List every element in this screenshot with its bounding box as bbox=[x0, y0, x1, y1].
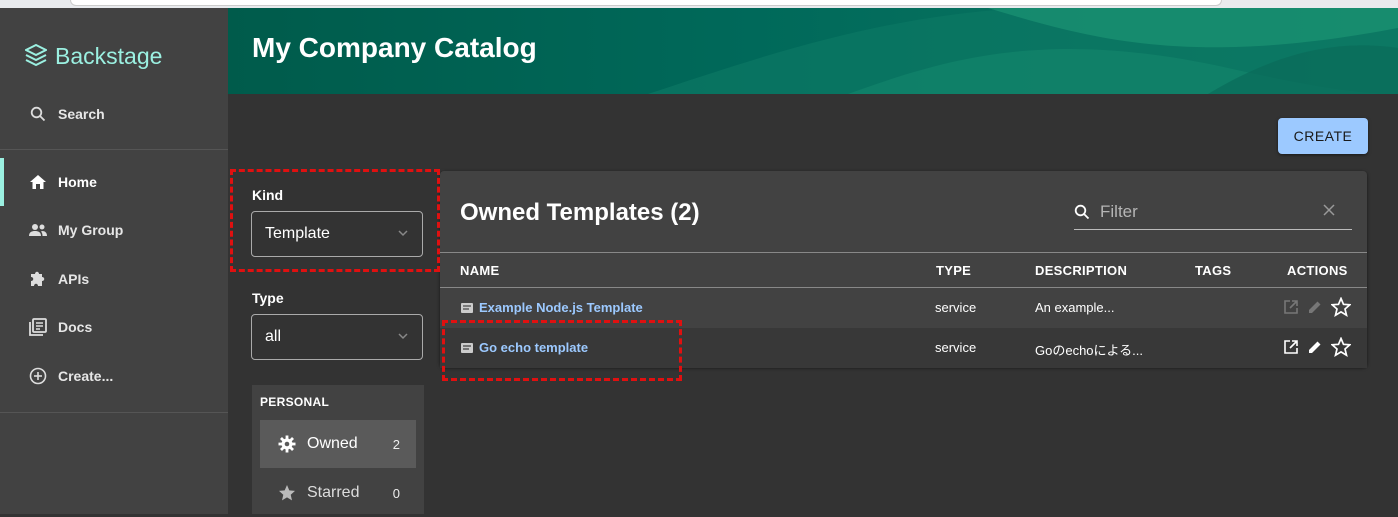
row-actions bbox=[1283, 297, 1351, 317]
filter-input[interactable] bbox=[1098, 201, 1302, 223]
star-outline-icon[interactable] bbox=[1331, 297, 1351, 317]
chevron-down-icon bbox=[398, 333, 408, 340]
search-icon bbox=[1074, 204, 1090, 220]
type-select[interactable]: all bbox=[251, 314, 423, 360]
column-header-tags[interactable]: TAGS bbox=[1195, 263, 1231, 278]
personal-title: PERSONAL bbox=[260, 395, 330, 409]
star-icon bbox=[277, 484, 297, 502]
personal-item-count: 0 bbox=[392, 485, 400, 501]
clear-icon[interactable] bbox=[1322, 203, 1336, 217]
column-header-description[interactable]: DESCRIPTION bbox=[1035, 263, 1127, 278]
personal-item-owned[interactable]: Owned 2 bbox=[260, 420, 416, 468]
gear-icon bbox=[277, 435, 297, 453]
personal-filter-group: PERSONAL Owned 2 Starred 0 bbox=[252, 385, 424, 514]
app-name: Backstage bbox=[55, 42, 163, 69]
sidebar-item-my-group[interactable]: My Group bbox=[0, 206, 228, 254]
sidebar-item-label: APIs bbox=[58, 271, 90, 287]
sidebar-divider bbox=[0, 412, 228, 413]
search-icon bbox=[28, 104, 48, 124]
browser-top-strip bbox=[0, 0, 1398, 8]
column-header-type[interactable]: TYPE bbox=[936, 263, 971, 278]
open-in-new-icon[interactable] bbox=[1283, 339, 1299, 355]
row-actions bbox=[1283, 337, 1351, 357]
sidebar-item-label: Docs bbox=[58, 319, 93, 335]
sidebar-item-label: Create... bbox=[58, 368, 114, 384]
personal-item-label: Owned bbox=[307, 435, 358, 452]
type-select-value: all bbox=[265, 328, 282, 345]
sidebar-divider bbox=[0, 149, 228, 150]
library-books-icon bbox=[28, 317, 48, 337]
sidebar-item-label: My Group bbox=[58, 222, 124, 238]
group-icon bbox=[28, 220, 48, 240]
browser-tab-edge bbox=[70, 0, 1222, 6]
highlight-kind-filter bbox=[230, 169, 440, 272]
cell-description: An example... bbox=[1035, 300, 1115, 315]
column-header-actions: ACTIONS bbox=[1287, 263, 1348, 278]
highlight-go-echo-template bbox=[442, 320, 682, 381]
sidebar-item-create[interactable]: Create... bbox=[0, 352, 228, 400]
cell-type: service bbox=[935, 300, 977, 315]
personal-item-starred[interactable]: Starred 0 bbox=[260, 469, 416, 517]
sidebar-item-apis[interactable]: APIs bbox=[0, 255, 228, 303]
star-outline-icon[interactable] bbox=[1331, 337, 1351, 357]
add-circle-icon bbox=[28, 366, 48, 386]
edit-icon[interactable] bbox=[1307, 339, 1323, 355]
home-icon bbox=[28, 172, 48, 192]
table-title: Owned Templates (2) bbox=[460, 199, 700, 226]
type-filter-label: Type bbox=[252, 290, 284, 306]
template-link[interactable]: Example Node.js Template bbox=[460, 300, 643, 315]
page-title: My Company Catalog bbox=[252, 32, 537, 63]
sidebar-item-label: Home bbox=[58, 174, 97, 190]
column-header-name[interactable]: NAME bbox=[460, 263, 499, 278]
personal-item-count: 2 bbox=[392, 436, 400, 452]
sidebar-item-docs[interactable]: Docs bbox=[0, 303, 228, 351]
template-icon bbox=[461, 302, 473, 313]
backstage-logo[interactable]: Backstage bbox=[25, 40, 162, 72]
sidebar: Backstage Search Home My Group APIs Docs bbox=[0, 8, 228, 514]
edit-icon[interactable] bbox=[1307, 299, 1323, 315]
cell-type: service bbox=[935, 340, 977, 355]
template-name: Example Node.js Template bbox=[479, 300, 643, 315]
sidebar-search-label: Search bbox=[58, 106, 105, 122]
personal-item-label: Starred bbox=[307, 484, 360, 501]
table-header-divider bbox=[440, 252, 1367, 253]
sidebar-item-home[interactable]: Home bbox=[0, 158, 228, 206]
table-filter[interactable] bbox=[1074, 195, 1352, 230]
page-header: My Company Catalog bbox=[228, 8, 1398, 94]
create-button[interactable]: CREATE bbox=[1278, 118, 1368, 154]
sidebar-search[interactable]: Search bbox=[0, 90, 228, 138]
cell-description: Goのechoによる... bbox=[1035, 343, 1143, 358]
backstage-logo-icon bbox=[25, 44, 47, 67]
extension-icon bbox=[28, 269, 48, 289]
open-in-new-icon[interactable] bbox=[1283, 299, 1299, 315]
